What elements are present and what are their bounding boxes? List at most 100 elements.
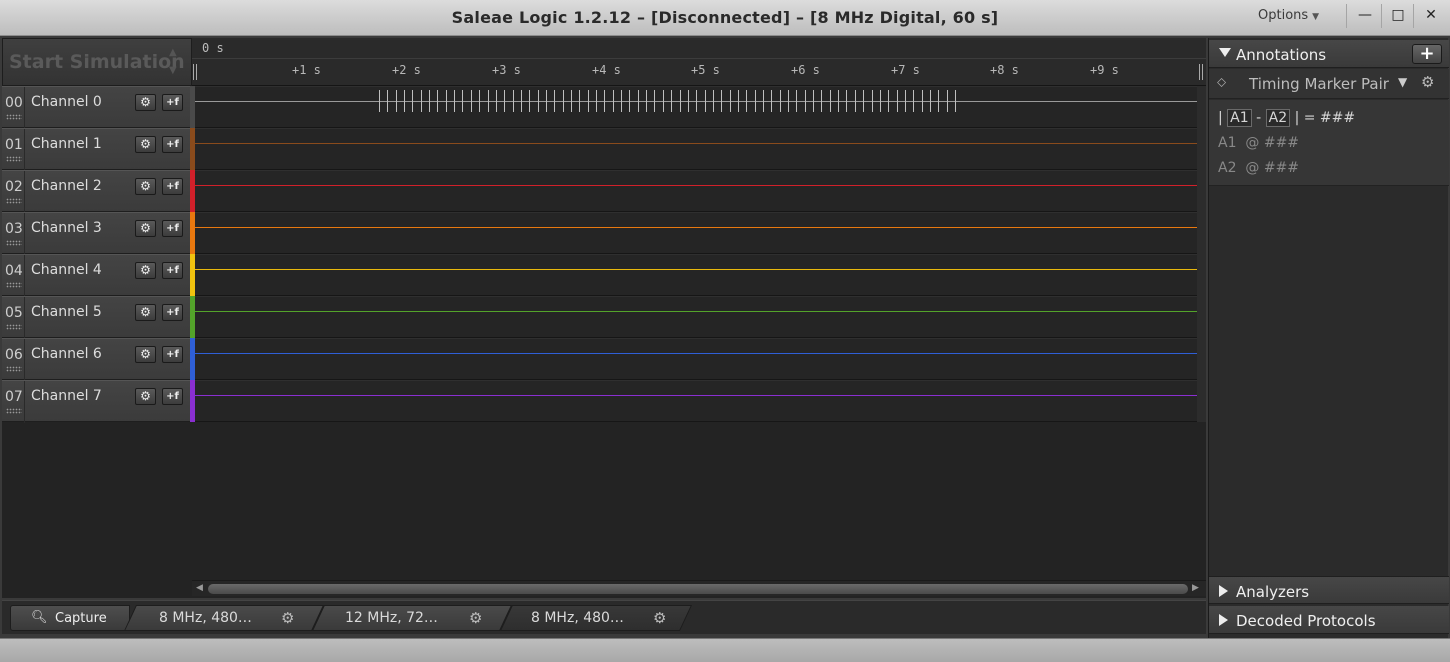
channel-label-area[interactable]: 07 Channel 7 ⚙ +f bbox=[2, 380, 190, 423]
add-annotation-button[interactable]: + bbox=[1412, 44, 1442, 64]
channel-name[interactable]: Channel 1 bbox=[31, 136, 102, 152]
channel-waveform[interactable] bbox=[195, 170, 1197, 212]
signal-pulse bbox=[437, 90, 438, 112]
channel-name[interactable]: Channel 0 bbox=[31, 94, 102, 110]
drag-handle-icon[interactable] bbox=[6, 324, 22, 330]
channel-waveform[interactable] bbox=[195, 338, 1197, 380]
drag-handle-icon[interactable] bbox=[6, 408, 22, 414]
channel-waveform[interactable] bbox=[195, 254, 1197, 296]
drag-handle-icon[interactable] bbox=[6, 282, 22, 288]
start-simulation-button[interactable]: Start Simulation ▲ ▼ bbox=[2, 38, 192, 86]
gear-icon[interactable]: ⚙ bbox=[281, 609, 294, 627]
collapse-icon[interactable] bbox=[1219, 48, 1231, 57]
channel-settings-button[interactable]: ⚙ bbox=[135, 136, 156, 153]
horizontal-scrollbar[interactable]: ◀ ▶ bbox=[192, 580, 1206, 596]
channel-name[interactable]: Channel 2 bbox=[31, 178, 102, 194]
channel-trigger-button[interactable]: +f bbox=[162, 304, 183, 321]
capture-tab[interactable]: 🔍︎ Capture bbox=[10, 605, 130, 631]
channel-label-area[interactable]: 06 Channel 6 ⚙ +f bbox=[2, 338, 190, 381]
channel-settings-button[interactable]: ⚙ bbox=[135, 346, 156, 363]
channel-trigger-button[interactable]: +f bbox=[162, 136, 183, 153]
session-tab[interactable]: 12 MHz, 72… ⚙ bbox=[311, 605, 513, 631]
signal-pulse bbox=[955, 90, 956, 112]
channel-trigger-button[interactable]: +f bbox=[162, 388, 183, 405]
channel-settings-button[interactable]: ⚙ bbox=[135, 94, 156, 111]
channel-label-area[interactable]: 02 Channel 2 ⚙ +f bbox=[2, 170, 190, 213]
drag-handle-icon[interactable] bbox=[6, 156, 22, 162]
session-tab[interactable]: 8 MHz, 480… ⚙ bbox=[123, 605, 325, 631]
gear-icon[interactable]: ⚙ bbox=[469, 609, 482, 627]
signal-pulse bbox=[763, 90, 764, 112]
scrollbar-thumb[interactable] bbox=[208, 584, 1188, 594]
signal-pulse bbox=[579, 90, 580, 112]
drag-handle-icon[interactable] bbox=[6, 198, 22, 204]
channel-settings-button[interactable]: ⚙ bbox=[135, 220, 156, 237]
search-icon: 🔍︎ bbox=[31, 610, 48, 625]
channel-trigger-button[interactable]: +f bbox=[162, 178, 183, 195]
channel-label-area[interactable]: 00 Channel 0 ⚙ +f bbox=[2, 86, 190, 129]
simulation-stepper[interactable]: ▲ ▼ bbox=[163, 43, 187, 83]
analyzers-header[interactable]: Analyzers bbox=[1209, 576, 1449, 604]
chevron-down-icon[interactable]: ▼ bbox=[169, 65, 177, 76]
channel-name[interactable]: Channel 3 bbox=[31, 220, 102, 236]
channel-trigger-button[interactable]: +f bbox=[162, 262, 183, 279]
channel-settings-button[interactable]: ⚙ bbox=[135, 262, 156, 279]
channel-label-area[interactable]: 03 Channel 3 ⚙ +f bbox=[2, 212, 190, 255]
divider bbox=[192, 58, 1206, 59]
channel-name[interactable]: Channel 6 bbox=[31, 346, 102, 362]
marker-a2-label: A2 bbox=[1218, 160, 1237, 176]
channel-number: 05 bbox=[5, 305, 23, 321]
channel-waveform[interactable] bbox=[195, 86, 1197, 128]
drag-handle-icon[interactable] bbox=[6, 366, 22, 372]
channel-number: 07 bbox=[5, 389, 23, 405]
drag-handle-icon[interactable] bbox=[6, 114, 22, 120]
signal-line bbox=[195, 185, 1197, 186]
maximize-button[interactable]: □ bbox=[1383, 3, 1413, 29]
channel-settings-button[interactable]: ⚙ bbox=[135, 304, 156, 321]
channel-number: 04 bbox=[5, 263, 23, 279]
channel-waveform[interactable] bbox=[195, 212, 1197, 254]
channel-name[interactable]: Channel 4 bbox=[31, 262, 102, 278]
options-button[interactable]: Options ▼ bbox=[1258, 8, 1338, 28]
scroll-right-icon[interactable]: ▶ bbox=[1192, 583, 1199, 593]
time-ruler[interactable]: 0 s +1 s +2 s +3 s +4 s +5 s +6 s +7 s +… bbox=[192, 38, 1206, 86]
ruler-left-handle[interactable] bbox=[193, 64, 197, 80]
expand-icon[interactable] bbox=[1219, 614, 1228, 626]
session-tab-label: 8 MHz, 480… bbox=[159, 610, 252, 626]
signal-pulse bbox=[938, 90, 939, 112]
annotations-header[interactable]: Annotations + bbox=[1209, 40, 1449, 68]
timing-marker-row[interactable]: ⬦ Timing Marker Pair ▼ ⚙ bbox=[1209, 69, 1449, 99]
close-button[interactable]: ✕ bbox=[1416, 3, 1446, 29]
channel-trigger-button[interactable]: +f bbox=[162, 346, 183, 363]
signal-line bbox=[195, 353, 1197, 354]
drag-handle-icon[interactable] bbox=[6, 240, 22, 246]
decoded-protocols-header[interactable]: Decoded Protocols bbox=[1209, 606, 1449, 634]
chevron-down-icon[interactable]: ▼ bbox=[1398, 75, 1407, 89]
channel-waveform[interactable] bbox=[195, 128, 1197, 170]
channel-label-area[interactable]: 05 Channel 5 ⚙ +f bbox=[2, 296, 190, 339]
channel-label-area[interactable]: 04 Channel 4 ⚙ +f bbox=[2, 254, 190, 297]
marker-a1-label: A1 bbox=[1218, 135, 1237, 151]
channel-waveform[interactable] bbox=[195, 380, 1197, 422]
channel-label-area[interactable]: 01 Channel 1 ⚙ +f bbox=[2, 128, 190, 171]
marker-a2-badge[interactable]: A2 bbox=[1265, 109, 1291, 127]
channel-name[interactable]: Channel 7 bbox=[31, 388, 102, 404]
gear-icon[interactable]: ⚙ bbox=[1421, 73, 1434, 91]
channel-settings-button[interactable]: ⚙ bbox=[135, 178, 156, 195]
signal-pulse bbox=[621, 90, 622, 112]
scroll-left-icon[interactable]: ◀ bbox=[196, 583, 203, 593]
gear-icon[interactable]: ⚙ bbox=[653, 609, 666, 627]
channel-settings-button[interactable]: ⚙ bbox=[135, 388, 156, 405]
ruler-right-handle[interactable] bbox=[1199, 64, 1203, 80]
channel-waveform[interactable] bbox=[195, 296, 1197, 338]
session-tab-active[interactable]: 8 MHz, 480… ⚙ bbox=[499, 605, 693, 631]
ruler-tick-label: +2 s bbox=[392, 63, 421, 77]
marker-a1-badge[interactable]: A1 bbox=[1227, 109, 1252, 127]
minimize-button[interactable]: — bbox=[1350, 3, 1380, 29]
chevron-up-icon[interactable]: ▲ bbox=[169, 47, 177, 58]
divider bbox=[24, 171, 25, 213]
channel-name[interactable]: Channel 5 bbox=[31, 304, 102, 320]
expand-icon[interactable] bbox=[1219, 585, 1228, 597]
channel-trigger-button[interactable]: +f bbox=[162, 94, 183, 111]
channel-trigger-button[interactable]: +f bbox=[162, 220, 183, 237]
